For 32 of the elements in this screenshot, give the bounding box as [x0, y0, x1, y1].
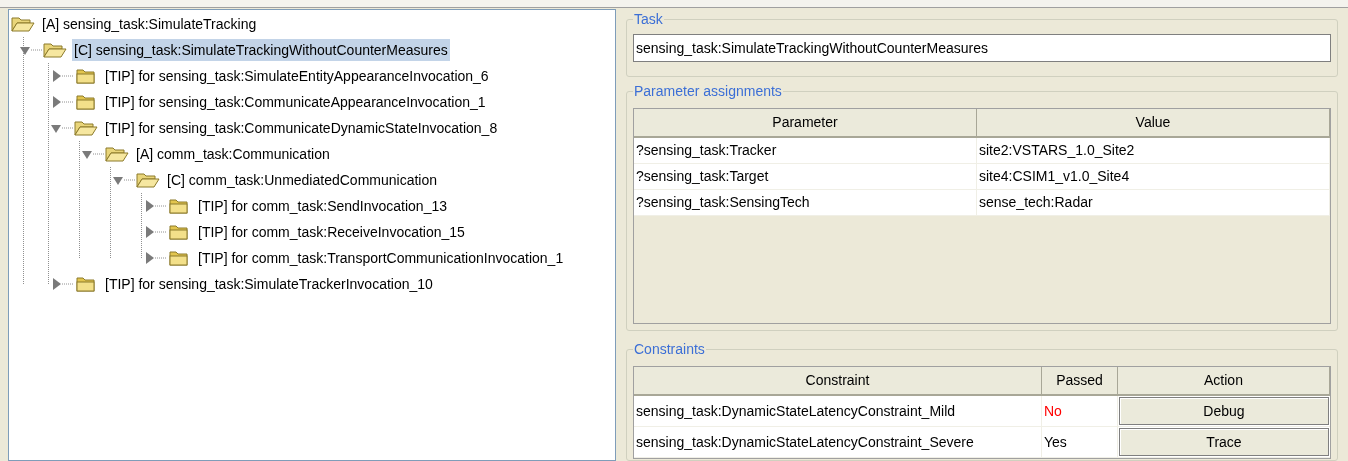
collapsed-toggle-icon[interactable] [143, 251, 167, 265]
action-button[interactable]: Debug [1119, 397, 1329, 426]
column-header[interactable]: Constraint [634, 367, 1042, 397]
collapsed-toggle-icon[interactable] [50, 95, 74, 109]
tree-item[interactable]: [TIP] for sensing_task:CommunicateAppearanceInvocation_1 [103, 91, 488, 113]
tree-item[interactable]: [A] comm_task:Communication [134, 143, 332, 165]
collapsed-toggle-icon[interactable] [50, 69, 74, 83]
tree-item[interactable]: [TIP] for comm_task:TransportCommunicationInvocation_1 [196, 247, 566, 269]
tree-item[interactable]: [TIP] for comm_task:ReceiveInvocation_15 [196, 221, 467, 243]
task-field[interactable]: sensing_task:SimulateTrackingWithoutCounterMeasures [633, 34, 1331, 62]
tree-item[interactable]: [C] sensing_task:SimulateTrackingWithoutCounterMeasures [72, 39, 450, 61]
column-header[interactable]: Passed [1042, 367, 1118, 397]
column-header[interactable]: Action [1118, 367, 1330, 397]
tree-item[interactable]: [TIP] for sensing_task:SimulateEntityAppearanceInvocation_6 [103, 65, 491, 87]
table-cell: Yes [1042, 427, 1118, 459]
table-cell: sense_tech:Radar [977, 190, 1330, 217]
group-title: Constraints [633, 340, 706, 360]
group-title: Task [633, 10, 664, 29]
column-header[interactable]: Parameter [634, 109, 977, 139]
collapsed-toggle-icon[interactable] [143, 225, 167, 239]
tree-item[interactable]: [TIP] for comm_task:SendInvocation_13 [196, 195, 449, 217]
tree-item[interactable]: [TIP] for sensing_task:SimulateTrackerInvocation_10 [103, 273, 435, 295]
collapsed-toggle-icon[interactable] [143, 199, 167, 213]
group-title: Parameter assignments [633, 82, 783, 102]
table-cell: ?sensing_task:SensingTech [634, 190, 977, 217]
tree-item[interactable]: [C] comm_task:UnmediatedCommunication [165, 169, 439, 191]
action-button[interactable]: Trace [1119, 428, 1329, 457]
tree-item[interactable]: [TIP] for sensing_task:CommunicateDynamicStateInvocation_8 [103, 117, 500, 139]
table-cell: sensing_task:DynamicStateLatencyConstraint_Severe [634, 427, 1042, 459]
column-header[interactable]: Value [977, 109, 1330, 139]
tree-item[interactable]: [A] sensing_task:SimulateTracking [40, 13, 259, 35]
collapsed-toggle-icon[interactable] [50, 277, 74, 291]
